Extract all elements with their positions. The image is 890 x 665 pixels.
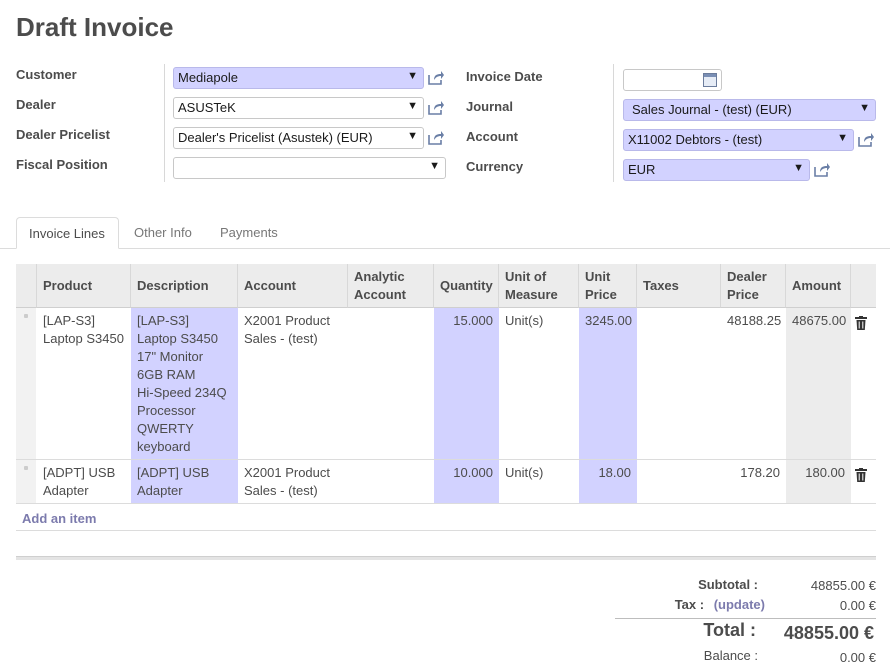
customer-select[interactable]: Mediapole ▼ xyxy=(173,67,424,89)
row-1-account[interactable]: X2001 Product Sales - (test) xyxy=(238,308,348,459)
column-header-analytic-account[interactable]: Analytic Account xyxy=(348,264,434,308)
row-2-quantity[interactable]: 10.000 xyxy=(434,460,499,503)
column-header-account[interactable]: Account xyxy=(238,264,348,308)
total-label: Total : xyxy=(703,620,756,640)
journal-value: Sales Journal - (test) (EUR) xyxy=(632,102,792,117)
currency-label: Currency xyxy=(466,159,524,174)
dealer-label: Dealer xyxy=(16,97,56,112)
tab-other-info[interactable]: Other Info xyxy=(122,217,204,249)
customer-value: Mediapole xyxy=(178,70,238,85)
row-1-uom[interactable]: Unit(s) xyxy=(499,308,579,459)
dealer-value: ASUSTeK xyxy=(178,100,236,115)
calendar-icon[interactable] xyxy=(703,73,717,87)
account-value: X11002 Debtors - (test) xyxy=(628,132,763,147)
add-item-link[interactable]: Add an item xyxy=(16,506,102,532)
journal-select[interactable]: Sales Journal - (test) (EUR) ▼ xyxy=(623,99,876,121)
dealer-pricelist-value: Dealer's Pricelist (Asustek) (EUR) xyxy=(178,130,373,145)
column-header-dealer-price[interactable]: Dealer Price xyxy=(721,264,786,308)
column-header-taxes[interactable]: Taxes xyxy=(637,264,721,308)
row-1-description[interactable]: [LAP-S3] Laptop S3450 17" Monitor 6GB RAM Hi… xyxy=(131,308,238,459)
handle-header xyxy=(16,264,37,308)
row-1-quantity[interactable]: 15.000 xyxy=(434,308,499,459)
chevron-down-icon: ▼ xyxy=(837,132,848,144)
total-divider xyxy=(615,618,876,619)
subtotal-label: Subtotal : xyxy=(698,577,758,592)
column-header-unit-price[interactable]: Unit Price xyxy=(579,264,637,308)
account-label: Account xyxy=(466,129,518,144)
row-1-amount: 48675.00 xyxy=(786,308,851,459)
total-value: 48855.00 € xyxy=(783,623,874,643)
row-drag-handle[interactable] xyxy=(16,308,36,459)
invoice-date-input[interactable] xyxy=(623,69,722,91)
row-1-analytic[interactable] xyxy=(348,308,434,459)
dealer-pricelist-label: Dealer Pricelist xyxy=(16,127,110,142)
balance-value: 0.00 € xyxy=(839,650,876,665)
tab-payments[interactable]: Payments xyxy=(208,217,290,249)
customer-label: Customer xyxy=(16,67,77,82)
row-1-product[interactable]: [LAP-S3] Laptop S3450 xyxy=(37,308,131,459)
chevron-down-icon: ▼ xyxy=(429,160,440,172)
column-header-amount[interactable]: Amount xyxy=(786,264,851,308)
row-1-dealer-price[interactable]: 48188.25 xyxy=(721,308,786,459)
currency-select[interactable]: EUR ▼ xyxy=(623,159,810,181)
chevron-down-icon: ▼ xyxy=(407,70,418,82)
row-1-unit-price[interactable]: 3245.00 xyxy=(579,308,637,459)
external-link-icon[interactable] xyxy=(857,131,875,149)
tax-update-link[interactable]: (update) xyxy=(714,597,765,612)
row-2-analytic[interactable] xyxy=(348,460,434,503)
chevron-down-icon: ▼ xyxy=(859,102,870,114)
dealer-pricelist-select[interactable]: Dealer's Pricelist (Asustek) (EUR) ▼ xyxy=(173,127,424,149)
delete-header xyxy=(851,264,876,308)
external-link-icon[interactable] xyxy=(427,129,445,147)
invoice-date-label: Invoice Date xyxy=(466,69,543,84)
row-divider xyxy=(16,503,876,504)
account-select[interactable]: X11002 Debtors - (test) ▼ xyxy=(623,129,854,151)
row-2-dealer-price[interactable]: 178.20 xyxy=(721,460,786,503)
row-drag-handle[interactable] xyxy=(16,460,36,503)
row-2-amount: 180.00 xyxy=(786,460,851,503)
column-header-description[interactable]: Description xyxy=(131,264,238,308)
chevron-down-icon: ▼ xyxy=(407,100,418,112)
dealer-select[interactable]: ASUSTeK ▼ xyxy=(173,97,424,119)
external-link-icon[interactable] xyxy=(427,99,445,117)
row-1-taxes[interactable] xyxy=(637,308,721,459)
tax-value: 0.00 € xyxy=(839,598,876,613)
tax-label: Tax : xyxy=(674,597,705,612)
chevron-down-icon: ▼ xyxy=(407,130,418,142)
row-2-description[interactable]: [ADPT] USB Adapter xyxy=(131,460,238,503)
row-divider xyxy=(16,530,876,531)
table-footer-divider xyxy=(16,556,876,560)
currency-value: EUR xyxy=(628,162,656,177)
row-2-taxes[interactable] xyxy=(637,460,721,503)
balance-label: Balance : xyxy=(703,648,758,663)
chevron-down-icon: ▼ xyxy=(793,162,804,174)
tab-invoice-lines[interactable]: Invoice Lines xyxy=(16,217,119,249)
row-2-account[interactable]: X2001 Product Sales - (test) xyxy=(238,460,348,503)
page-title: Draft Invoice xyxy=(16,12,174,42)
external-link-icon[interactable] xyxy=(813,161,831,179)
external-link-icon[interactable] xyxy=(427,69,445,87)
journal-label: Journal xyxy=(466,99,513,114)
fiscal-position-select[interactable]: ▼ xyxy=(173,157,446,179)
field-separator xyxy=(613,64,614,182)
trash-icon[interactable] xyxy=(855,316,867,330)
row-2-uom[interactable]: Unit(s) xyxy=(499,460,579,503)
trash-icon[interactable] xyxy=(855,468,867,482)
column-header-product[interactable]: Product xyxy=(37,264,131,308)
column-header-quantity[interactable]: Quantity xyxy=(434,264,499,308)
column-header-unit-of-measure[interactable]: Unit of Measure xyxy=(499,264,579,308)
subtotal-value: 48855.00 € xyxy=(810,578,876,593)
fiscal-position-label: Fiscal Position xyxy=(16,157,108,172)
row-2-unit-price[interactable]: 18.00 xyxy=(579,460,637,503)
field-separator xyxy=(164,64,165,182)
row-2-product[interactable]: [ADPT] USB Adapter xyxy=(37,460,131,503)
tax-row: Tax : (update) xyxy=(640,597,765,612)
